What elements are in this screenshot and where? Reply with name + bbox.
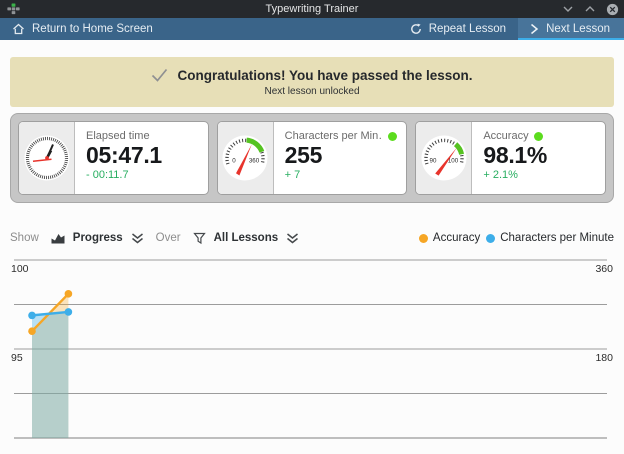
accuracy-card: 90 100 Accuracy 98.1% + 2.1% xyxy=(415,121,606,195)
toolbar-spacer xyxy=(165,18,398,40)
card-delta: + 2.1% xyxy=(483,169,596,181)
home-icon xyxy=(12,23,25,35)
progress-chart: 100 95 360 180 xyxy=(0,254,624,454)
card-value: 255 xyxy=(285,142,398,168)
checkmark-icon xyxy=(151,68,168,82)
accuracy-gauge-icon: 90 100 xyxy=(416,122,472,194)
titlebar: Typewriting Trainer xyxy=(0,0,624,18)
banner-title: Congratulations! You have passed the les… xyxy=(177,68,472,83)
svg-text:90: 90 xyxy=(429,158,436,165)
repeat-lesson-label: Repeat Lesson xyxy=(429,23,506,35)
over-label: Over xyxy=(156,232,181,244)
svg-text:360: 360 xyxy=(249,158,260,165)
next-lesson-label: Next Lesson xyxy=(546,23,610,35)
card-value: 05:47.1 xyxy=(86,142,199,168)
svg-text:180: 180 xyxy=(595,352,613,364)
window-title: Typewriting Trainer xyxy=(0,3,624,15)
stats-panel: Elapsed time 05:47.1 - 00:11.7 0 360 Cha… xyxy=(10,113,614,203)
double-chevron-down-icon[interactable] xyxy=(286,233,299,244)
toolbar: Return to Home Screen Repeat Lesson Next… xyxy=(0,18,624,40)
svg-text:100: 100 xyxy=(11,263,29,275)
minimize-button[interactable] xyxy=(561,2,575,16)
chart-controls: Show Progress Over All Lessons Accuracy … xyxy=(10,227,614,249)
elapsed-time-card: Elapsed time 05:47.1 - 00:11.7 xyxy=(18,121,209,195)
app-icon xyxy=(7,3,20,16)
card-label: Accuracy xyxy=(483,130,528,142)
maximize-button[interactable] xyxy=(583,2,597,16)
legend-cpm-swatch xyxy=(486,234,495,243)
card-label: Characters per Min… xyxy=(285,130,384,142)
chart-legend: Accuracy Characters per Minute xyxy=(419,232,614,244)
return-home-button[interactable]: Return to Home Screen xyxy=(0,18,165,40)
legend-accuracy: Accuracy xyxy=(419,232,480,244)
result-banner: Congratulations! You have passed the les… xyxy=(10,57,614,107)
next-arrow-icon xyxy=(530,23,539,35)
card-value: 98.1% xyxy=(483,142,596,168)
next-lesson-button[interactable]: Next Lesson xyxy=(518,18,624,40)
legend-accuracy-label: Accuracy xyxy=(433,232,480,244)
over-value[interactable]: All Lessons xyxy=(214,232,279,244)
card-label: Elapsed time xyxy=(86,130,150,142)
repeat-lesson-button[interactable]: Repeat Lesson xyxy=(398,18,518,40)
card-delta: + 7 xyxy=(285,169,398,181)
show-value[interactable]: Progress xyxy=(73,232,123,244)
filter-funnel-icon xyxy=(193,232,206,245)
svg-text:0: 0 xyxy=(232,158,236,165)
status-badge xyxy=(388,132,397,141)
svg-text:95: 95 xyxy=(11,352,23,364)
legend-cpm-label: Characters per Minute xyxy=(500,232,614,244)
clock-icon xyxy=(19,122,75,194)
status-badge xyxy=(534,132,543,141)
banner-subtitle: Next lesson unlocked xyxy=(264,86,359,97)
speed-gauge-icon: 0 360 xyxy=(218,122,274,194)
show-label: Show xyxy=(10,232,39,244)
legend-cpm: Characters per Minute xyxy=(486,232,614,244)
progress-chart-icon xyxy=(51,232,65,244)
cpm-card: 0 360 Characters per Min… 255 + 7 xyxy=(217,121,408,195)
refresh-icon xyxy=(410,23,422,35)
close-button[interactable] xyxy=(605,2,619,16)
card-delta: - 00:11.7 xyxy=(86,169,199,181)
return-home-label: Return to Home Screen xyxy=(32,23,153,35)
svg-text:360: 360 xyxy=(595,263,613,275)
legend-accuracy-swatch xyxy=(419,234,428,243)
double-chevron-down-icon[interactable] xyxy=(131,233,144,244)
